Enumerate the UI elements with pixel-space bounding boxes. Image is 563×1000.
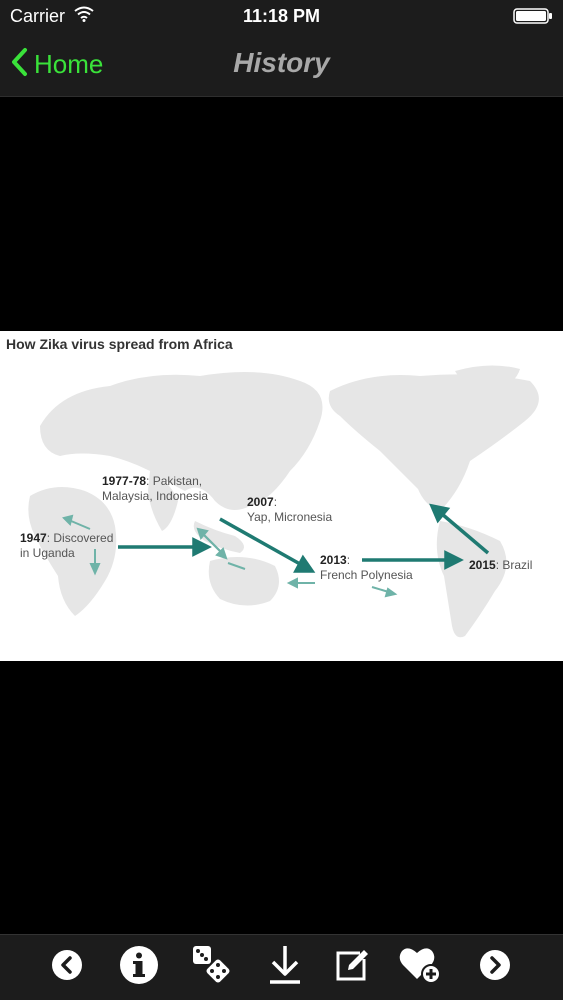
event-text: : Discovered	[46, 531, 114, 545]
event-year: 1947	[20, 531, 47, 545]
page-title: History	[233, 47, 330, 78]
map-title: How Zika virus spread from Africa	[6, 336, 233, 352]
event-year: 2013	[320, 553, 347, 567]
edit-button[interactable]	[330, 945, 374, 989]
status-bar: Carrier 11:18 PM	[0, 0, 563, 32]
event-text-line2: in Uganda	[20, 546, 75, 560]
zika-spread-map: How Zika virus spread from Africa 1947: …	[0, 331, 563, 661]
event-text: :	[273, 495, 278, 509]
event-text-line2: French Polynesia	[320, 568, 413, 582]
download-icon	[265, 943, 305, 992]
event-text: : Pakistan,	[146, 474, 203, 488]
battery-icon	[513, 8, 553, 29]
previous-button[interactable]	[45, 945, 89, 989]
favorite-add-icon	[397, 943, 443, 992]
event-year: 1977-78	[102, 474, 147, 488]
info-button[interactable]	[117, 945, 161, 989]
random-button[interactable]	[190, 945, 234, 989]
event-label-1947: 1947: Discovered in Uganda	[20, 531, 113, 561]
event-label-2015: 2015: Brazil	[469, 558, 532, 573]
edit-icon	[332, 945, 372, 990]
event-text-line2: Malaysia, Indonesia	[102, 489, 209, 503]
download-button[interactable]	[263, 945, 307, 989]
event-text-line2: Yap, Micronesia	[247, 510, 333, 524]
screen: Carrier 11:18 PM Home History How Zika v…	[0, 0, 563, 1000]
clock-time: 11:18 PM	[242, 6, 321, 26]
event-year: 2007	[247, 495, 274, 509]
event-year: 2015	[469, 558, 496, 572]
event-label-2007: 2007: Yap, Micronesia	[247, 495, 332, 525]
bottom-toolbar	[0, 934, 563, 1000]
event-text: : Brazil	[495, 558, 533, 572]
previous-icon	[50, 948, 84, 987]
next-icon	[478, 948, 512, 987]
event-label-1977: 1977-78: Pakistan, Malaysia, Indonesia	[102, 474, 208, 504]
content-area: How Zika virus spread from Africa 1947: …	[0, 97, 563, 934]
dice-icon	[190, 943, 234, 992]
info-icon	[118, 944, 160, 991]
add-favorite-button[interactable]	[398, 945, 442, 989]
event-text: :	[346, 553, 351, 567]
event-label-2013: 2013: French Polynesia	[320, 553, 413, 583]
next-button[interactable]	[473, 945, 517, 989]
navigation-bar: Home History	[0, 32, 563, 97]
